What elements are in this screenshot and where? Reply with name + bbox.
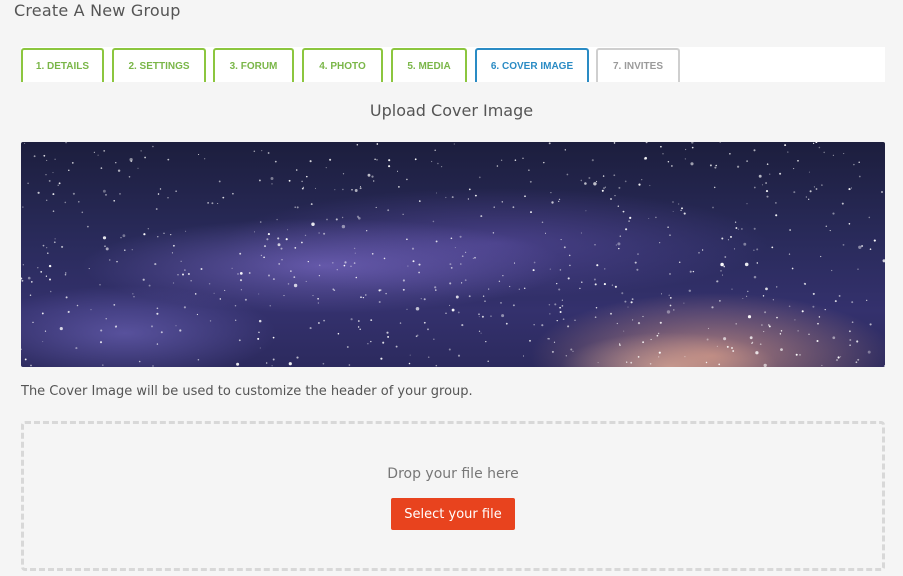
tab-photo[interactable]: 4. Photo [302, 48, 383, 82]
section-heading: Upload Cover Image [369, 101, 534, 120]
tab-invites[interactable]: 7. Invites [596, 48, 680, 82]
select-file-button[interactable]: Select your file [391, 498, 515, 530]
tab-forum[interactable]: 3. Forum [213, 48, 294, 82]
drop-instruction: Drop your file here [387, 466, 519, 482]
file-dropzone[interactable]: Drop your file here Select your file [21, 421, 885, 571]
page-title: Create A New Group [14, 1, 181, 20]
step-tabs: 1. Details 2. Settings 3. Forum 4. Photo… [21, 47, 885, 82]
cover-description: The Cover Image will be used to customiz… [21, 384, 473, 399]
tab-cover-image[interactable]: 6. Cover Image [475, 48, 589, 82]
tab-media[interactable]: 5. Media [391, 48, 467, 82]
tab-details[interactable]: 1. Details [21, 48, 104, 82]
cover-image-preview [21, 142, 885, 367]
starfield [21, 142, 885, 367]
tab-settings[interactable]: 2. Settings [112, 48, 206, 82]
